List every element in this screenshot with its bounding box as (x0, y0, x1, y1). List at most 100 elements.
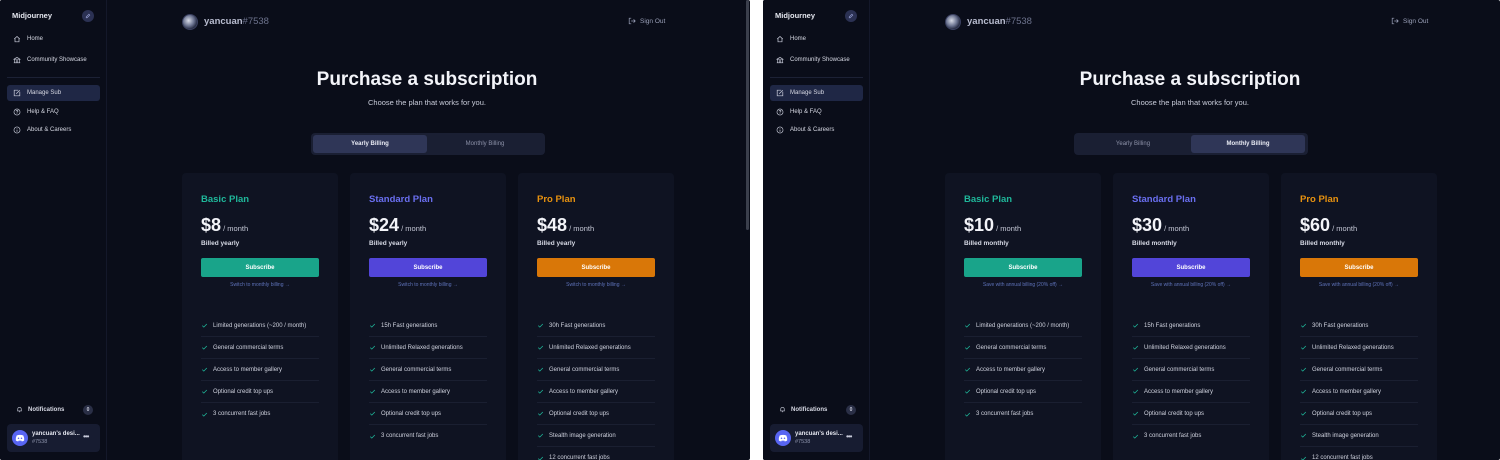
pencil-icon[interactable] (845, 10, 857, 22)
sidebar-item-manage-sub[interactable]: Manage Sub (7, 85, 100, 101)
community-icon (13, 56, 21, 64)
feature-list: 30h Fast generations Unlimited Relaxed g… (537, 315, 655, 460)
sidebar-item-home[interactable]: Home (770, 31, 863, 47)
yearly-billing-tab[interactable]: Yearly Billing (1076, 135, 1190, 153)
subscribe-button[interactable]: Subscribe (201, 258, 319, 277)
plan-name: Pro Plan (1300, 194, 1339, 205)
brand-logo[interactable]: Midjourney (12, 11, 52, 20)
notification-count-badge: 0 (846, 405, 856, 415)
basic-plan-card: Basic Plan $8 / month Billed yearly Subs… (182, 173, 338, 460)
sidebar-item-manage-sub[interactable]: Manage Sub (770, 85, 863, 101)
user-name: yancuan's desi... (795, 431, 843, 437)
check-icon (369, 323, 376, 328)
feature-text: 3 concurrent fast jobs (1144, 433, 1202, 439)
feature-text: 30h Fast generations (1312, 322, 1369, 329)
plan-price: $8 / month (201, 215, 249, 235)
sidebar-item-label: Help & FAQ (27, 109, 59, 115)
notifications-button[interactable]: Notifications 0 (779, 405, 857, 415)
switch-billing-link[interactable]: Save with annual billing (20% off) → (945, 282, 1101, 288)
user-account-card[interactable]: yancuan's desi... #7538 ••• (770, 424, 863, 452)
page-subtitle: Choose the plan that works for you. (1131, 98, 1249, 107)
monthly-billing-tab[interactable]: Monthly Billing (1191, 135, 1305, 153)
feature-item: 30h Fast generations (537, 315, 655, 337)
feature-text: 15h Fast generations (381, 322, 438, 329)
scrollbar[interactable] (746, 0, 749, 230)
sign-out-button[interactable]: Sign Out (1391, 17, 1428, 25)
feature-text: General commercial terms (213, 344, 284, 351)
page-title: Purchase a subscription (1079, 69, 1301, 90)
subscribe-button[interactable]: Subscribe (1132, 258, 1250, 277)
more-options-icon[interactable]: ••• (846, 432, 852, 441)
sidebar-item-about-careers[interactable]: About & Careers (7, 122, 100, 138)
switch-billing-link[interactable]: Switch to monthly billing → (182, 282, 338, 288)
billing-toggle: Yearly Billing Monthly Billing (1074, 133, 1308, 155)
subscribe-button[interactable]: Subscribe (369, 258, 487, 277)
top-username: yancuan#7538 (967, 16, 1032, 27)
sidebar-item-community-showcase[interactable]: Community Showcase (770, 52, 863, 68)
sidebar-item-help-faq[interactable]: Help & FAQ (770, 104, 863, 120)
feature-text: Optional credit top ups (213, 388, 274, 395)
brand-logo[interactable]: Midjourney (775, 11, 815, 20)
switch-billing-link[interactable]: Switch to monthly billing → (350, 282, 506, 288)
sidebar-item-label: Help & FAQ (790, 109, 822, 115)
check-icon (537, 389, 544, 394)
sidebar-item-label: Home (790, 36, 807, 42)
check-icon (201, 367, 208, 372)
feature-text: Access to member gallery (1312, 388, 1382, 395)
help-icon (13, 108, 21, 116)
subscribe-button[interactable]: Subscribe (964, 258, 1082, 277)
billing-period: Billed monthly (1300, 240, 1345, 247)
billing-period: Billed yearly (201, 240, 240, 247)
check-icon (1132, 345, 1139, 350)
user-account-card[interactable]: yancuan's desi... #7538 ••• (7, 424, 100, 452)
yearly-billing-tab[interactable]: Yearly Billing (313, 135, 427, 153)
feature-item: Optional credit top ups (201, 381, 319, 403)
check-icon (1132, 389, 1139, 394)
check-icon (964, 367, 971, 372)
home-icon (776, 35, 784, 43)
notifications-button[interactable]: Notifications 0 (16, 405, 94, 415)
feature-text: Access to member gallery (549, 388, 619, 395)
check-icon (369, 345, 376, 350)
feature-item: 12 concurrent fast jobs (1300, 447, 1418, 460)
billing-toggle: Yearly Billing Monthly Billing (311, 133, 545, 155)
feature-text: 3 concurrent fast jobs (213, 411, 271, 417)
sidebar-item-home[interactable]: Home (7, 31, 100, 47)
monthly-billing-tab[interactable]: Monthly Billing (428, 135, 542, 153)
feature-text: General commercial terms (549, 366, 620, 373)
switch-billing-link[interactable]: Switch to monthly billing → (518, 282, 674, 288)
feature-item: Limited generations (~200 / month) (201, 315, 319, 337)
feature-list: Limited generations (~200 / month) Gener… (964, 315, 1082, 425)
notification-count-badge: 0 (83, 405, 93, 415)
plan-name: Standard Plan (369, 194, 433, 205)
sign-out-button[interactable]: Sign Out (628, 17, 665, 25)
sidebar-item-label: About & Careers (27, 127, 72, 133)
feature-item: Access to member gallery (1300, 381, 1418, 403)
avatar (182, 14, 198, 30)
pencil-icon[interactable] (82, 10, 94, 22)
sidebar-item-community-showcase[interactable]: Community Showcase (7, 52, 100, 68)
sidebar-item-about-careers[interactable]: About & Careers (770, 122, 863, 138)
switch-billing-link[interactable]: Save with annual billing (20% off) → (1281, 282, 1437, 288)
billing-period: Billed yearly (537, 240, 576, 247)
subscribe-button[interactable]: Subscribe (537, 258, 655, 277)
sidebar-item-help-faq[interactable]: Help & FAQ (7, 104, 100, 120)
check-icon (964, 345, 971, 350)
switch-billing-link[interactable]: Save with annual billing (20% off) → (1113, 282, 1269, 288)
check-icon (1300, 456, 1307, 460)
more-options-icon[interactable]: ••• (83, 432, 89, 441)
page-subtitle: Choose the plan that works for you. (368, 98, 486, 107)
feature-item: 15h Fast generations (1132, 315, 1250, 337)
feature-text: Access to member gallery (976, 366, 1046, 373)
feature-text: Optional credit top ups (549, 410, 610, 417)
billing-period: Billed monthly (1132, 240, 1177, 247)
subscribe-button[interactable]: Subscribe (1300, 258, 1418, 277)
sign-out-icon (1391, 17, 1399, 25)
feature-text: 15h Fast generations (1144, 322, 1201, 329)
plan-name: Pro Plan (537, 194, 576, 205)
check-icon (369, 389, 376, 394)
feature-text: Optional credit top ups (976, 388, 1037, 395)
check-icon (369, 411, 376, 416)
check-icon (1132, 434, 1139, 439)
feature-item: 15h Fast generations (369, 315, 487, 337)
